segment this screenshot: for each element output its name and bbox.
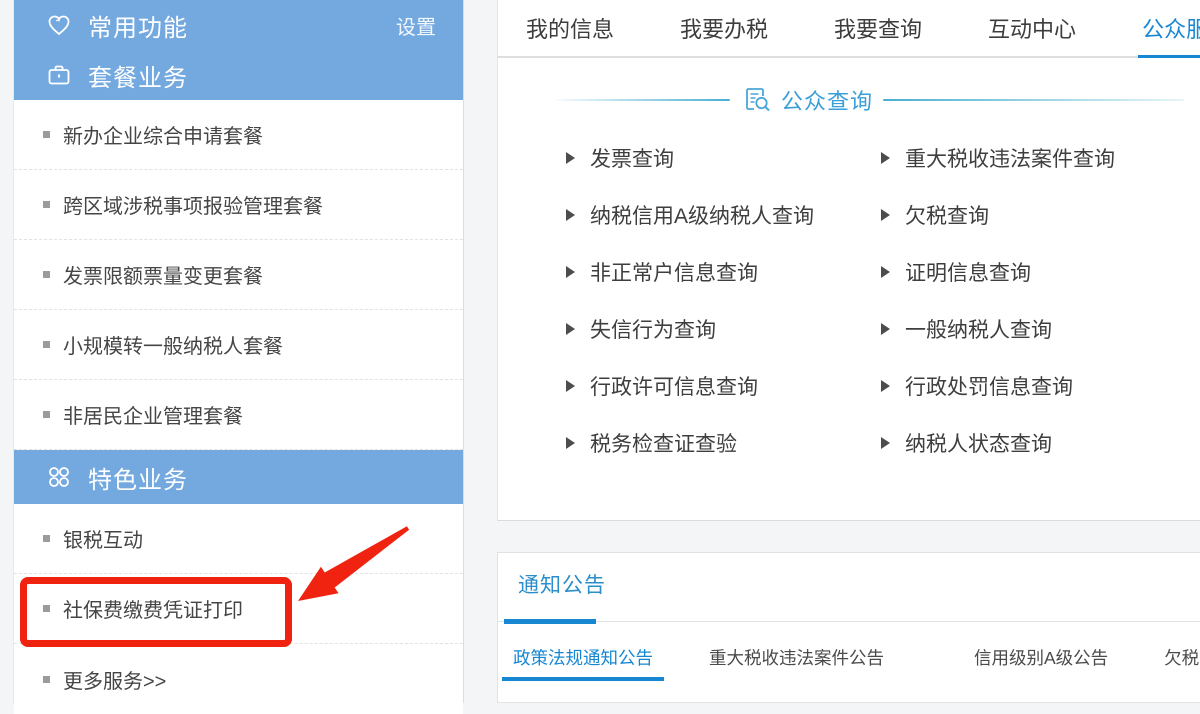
subtab-major-tax-violation-announcements[interactable]: 重大税收违法案件公告 [709, 645, 884, 681]
sidebar-item-label: 新办企业综合申请套餐 [63, 120, 263, 149]
notice-title-underline [504, 619, 596, 624]
tab-public-service[interactable]: 公众服务 [1142, 0, 1200, 56]
panel-gap [497, 521, 1200, 552]
tab-my-info[interactable]: 我的信息 [526, 0, 614, 56]
right-triangle-icon [881, 380, 890, 392]
right-triangle-icon [566, 266, 575, 278]
query-link-major-tax-violation-cases[interactable]: 重大税收违法案件查询 [881, 143, 1115, 173]
subtab-policy-regulation-notices[interactable]: 政策法规通知公告 [513, 645, 653, 681]
briefcase-icon [46, 62, 72, 88]
sidebar-item-nonresident-enterprise-package[interactable]: 非居民企业管理套餐 [14, 380, 463, 450]
square-bullet-icon [43, 535, 50, 542]
sidebar-header-label: 常用功能 [88, 8, 396, 43]
subtab-tax-arrears-announcements[interactable]: 欠税公告 [1164, 645, 1200, 681]
subtab-credit-a-level-announcements[interactable]: 信用级别A级公告 [974, 645, 1108, 681]
public-query-header: 公众查询 [498, 58, 1200, 116]
query-link-dishonest-behavior[interactable]: 失信行为查询 [566, 314, 881, 344]
sidebar: 常用功能 设置 套餐业务 新办企业综合申请套餐 跨区域涉税事项报验管理套餐 发票… [13, 0, 464, 703]
query-link-a-level-taxpayer-credit[interactable]: 纳税信用A级纳税人查询 [566, 200, 881, 230]
notice-title: 通知公告 [518, 569, 606, 599]
sidebar-item-more-services[interactable]: 更多服务>> [14, 644, 463, 714]
sidebar-item-invoice-limit-package[interactable]: 发票限额票量变更套餐 [14, 240, 463, 310]
sidebar-header-label: 特色业务 [88, 460, 436, 495]
square-bullet-icon [43, 201, 50, 208]
sidebar-item-cross-region-package[interactable]: 跨区域涉税事项报验管理套餐 [14, 170, 463, 240]
square-bullet-icon [43, 131, 50, 138]
query-link-administrative-license-info[interactable]: 行政许可信息查询 [566, 371, 881, 401]
settings-link[interactable]: 设置 [396, 11, 436, 40]
square-bullet-icon [43, 341, 50, 348]
public-query-panel: 公众查询 发票查询 重大税收违法案件查询 纳税信用A级纳税人查询 欠税查询 非正… [497, 58, 1200, 521]
four-circles-icon [46, 464, 72, 490]
tab-my-query[interactable]: 我要查询 [834, 0, 922, 56]
query-link-invoice[interactable]: 发票查询 [566, 143, 881, 173]
right-triangle-icon [881, 266, 890, 278]
query-link-taxpayer-status[interactable]: 纳税人状态查询 [881, 428, 1052, 458]
public-query-title: 公众查询 [781, 84, 873, 116]
notice-subtabs: 政策法规通知公告 重大税收违法案件公告 信用级别A级公告 欠税公告 [498, 622, 1200, 681]
right-triangle-icon [566, 209, 575, 221]
decorative-line [883, 99, 1184, 101]
decorative-line [556, 99, 730, 101]
heart-icon [46, 12, 72, 38]
document-search-icon [743, 86, 771, 114]
tab-interaction-center[interactable]: 互动中心 [988, 0, 1076, 56]
query-link-administrative-penalty-info[interactable]: 行政处罚信息查询 [881, 371, 1073, 401]
sidebar-item-new-enterprise-package[interactable]: 新办企业综合申请套餐 [14, 100, 463, 170]
query-link-tax-arrears[interactable]: 欠税查询 [881, 200, 989, 230]
right-triangle-icon [881, 152, 890, 164]
sidebar-item-label: 更多服务>> [63, 665, 166, 694]
sidebar-item-bank-tax-interaction[interactable]: 银税互动 [14, 504, 463, 574]
sidebar-item-small-to-general-taxpayer-package[interactable]: 小规模转一般纳税人套餐 [14, 310, 463, 380]
sidebar-header-special-business[interactable]: 特色业务 [14, 450, 463, 504]
right-triangle-icon [881, 437, 890, 449]
sidebar-item-label: 银税互动 [63, 524, 143, 553]
query-link-certificate-info[interactable]: 证明信息查询 [881, 257, 1031, 287]
sidebar-header-common-functions[interactable]: 常用功能 设置 [14, 0, 463, 50]
square-bullet-icon [43, 411, 50, 418]
square-bullet-icon [43, 271, 50, 278]
query-link-tax-inspection-certificate[interactable]: 税务检查证查验 [566, 428, 881, 458]
square-bullet-icon [43, 605, 50, 612]
notice-title-row: 通知公告 [498, 553, 1200, 622]
sidebar-item-label: 小规模转一般纳税人套餐 [63, 330, 283, 359]
query-link-general-taxpayer[interactable]: 一般纳税人查询 [881, 314, 1052, 344]
right-triangle-icon [881, 209, 890, 221]
sidebar-item-label: 社保费缴费凭证打印 [63, 594, 243, 623]
sidebar-item-label: 跨区域涉税事项报验管理套餐 [63, 190, 323, 219]
main-tabbar: 我的信息 我要办税 我要查询 互动中心 公众服务 [497, 0, 1200, 58]
sidebar-item-label: 非居民企业管理套餐 [63, 400, 243, 429]
query-link-abnormal-household-info[interactable]: 非正常户信息查询 [566, 257, 881, 287]
right-triangle-icon [566, 152, 575, 164]
public-query-links: 发票查询 重大税收违法案件查询 纳税信用A级纳税人查询 欠税查询 非正常户信息查… [498, 116, 1200, 471]
right-triangle-icon [566, 437, 575, 449]
right-triangle-icon [566, 380, 575, 392]
notice-panel: 通知公告 政策法规通知公告 重大税收违法案件公告 信用级别A级公告 欠税公告 [497, 552, 1200, 703]
right-triangle-icon [566, 323, 575, 335]
square-bullet-icon [43, 676, 50, 683]
sidebar-header-label: 套餐业务 [88, 58, 436, 93]
main-panel: 我的信息 我要办税 我要查询 互动中心 公众服务 公众查询 发票查询 重大税收违… [497, 0, 1200, 703]
sidebar-header-package-business[interactable]: 套餐业务 [14, 50, 463, 100]
tab-tax-handling[interactable]: 我要办税 [680, 0, 768, 56]
sidebar-item-label: 发票限额票量变更套餐 [63, 260, 263, 289]
sidebar-item-social-insurance-payment-certificate-print[interactable]: 社保费缴费凭证打印 [14, 574, 463, 644]
right-triangle-icon [881, 323, 890, 335]
